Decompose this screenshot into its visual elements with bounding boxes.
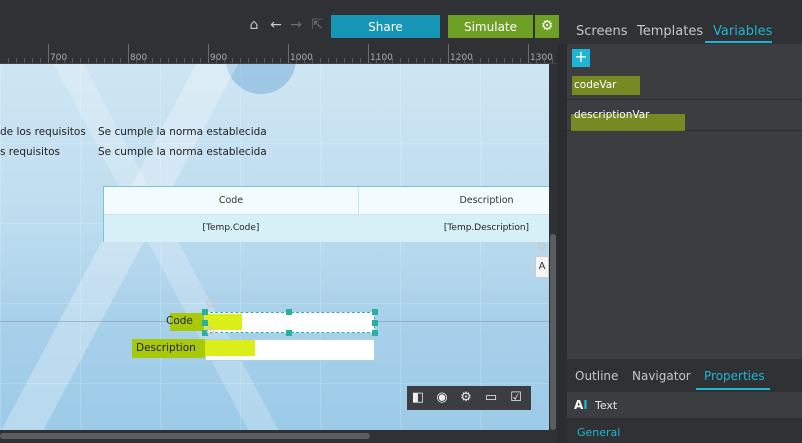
table-header-code: Code [218, 195, 244, 206]
ruler-label: 1200 [450, 53, 473, 63]
add-variable-plus-icon[interactable]: + [572, 49, 590, 67]
comment-icon[interactable]: ▭ [483, 390, 499, 406]
tab-templates[interactable]: Templates [637, 21, 703, 45]
property-type-label: Text [595, 399, 618, 412]
requirement-text: s requisitos [0, 146, 60, 158]
gear-icon[interactable]: ⚙ [458, 390, 474, 406]
table-header-description: Description [459, 195, 514, 206]
horizontal-ruler: 700 800 900 1000 1100 1200 1300 [0, 44, 557, 64]
share-button[interactable]: Share [331, 15, 440, 38]
text-type-icon: AI [574, 398, 588, 412]
active-tab-indicator [705, 41, 772, 43]
description-label: Description [136, 342, 196, 354]
tab-screens[interactable]: Screens [576, 21, 627, 45]
requirement-text: de los requisitos [0, 126, 86, 138]
ruler-label: 1000 [290, 53, 313, 63]
exit-fullscreen-icon[interactable]: ⇱ [309, 17, 325, 33]
back-arrow-icon[interactable]: ← [268, 17, 284, 33]
design-canvas[interactable]: de los requisitos Se cumple la norma est… [0, 64, 549, 430]
eye-icon[interactable]: ◉ [434, 390, 450, 406]
code-label: Code [166, 315, 193, 327]
variable-name: codeVar [574, 79, 617, 91]
element-gear-icon[interactable]: ⚙ [205, 296, 216, 310]
horizontal-scrollbar[interactable] [0, 430, 557, 443]
variable-name: descriptionVar [574, 109, 650, 121]
ruler-label: 1300 [530, 53, 553, 63]
tab-properties[interactable]: Properties [704, 369, 765, 383]
panel-toggle-icon[interactable]: ◧ [410, 390, 426, 406]
simulate-button[interactable]: Simulate [448, 15, 533, 38]
requirement-text: Se cumple la norma establecida [98, 126, 267, 138]
data-grid-table[interactable]: Code Description [Temp.Code] [Temp.Descr… [103, 186, 549, 242]
home-icon[interactable]: ⌂ [246, 17, 262, 33]
forward-arrow-icon[interactable]: → [288, 17, 304, 33]
requirement-check-icon[interactable]: ☑ [508, 390, 524, 406]
side-widget[interactable]: A [535, 256, 549, 278]
highlight-mark [205, 340, 255, 356]
widget-gear-icon[interactable]: ⚙ [536, 240, 547, 254]
element-gear-icon[interactable]: ⚙ [205, 324, 216, 338]
requirement-text: Se cumple la norma establecida [98, 146, 267, 158]
active-tab-indicator [696, 388, 770, 390]
element-toolbar: ◧ ◉ ⚙ ▭ ☑ [407, 386, 531, 410]
simulate-settings-gear-icon[interactable]: ⚙ [535, 15, 559, 38]
table-cell-code: [Temp.Code] [202, 223, 260, 233]
ruler-label: 1100 [370, 53, 393, 63]
vertical-scrollbar[interactable] [549, 64, 557, 430]
tab-outline[interactable]: Outline [575, 369, 618, 383]
table-cell-description: [Temp.Description] [443, 223, 530, 233]
tab-navigator[interactable]: Navigator [632, 369, 691, 383]
general-section-link[interactable]: General [577, 426, 620, 439]
panel-divider[interactable] [557, 44, 567, 443]
